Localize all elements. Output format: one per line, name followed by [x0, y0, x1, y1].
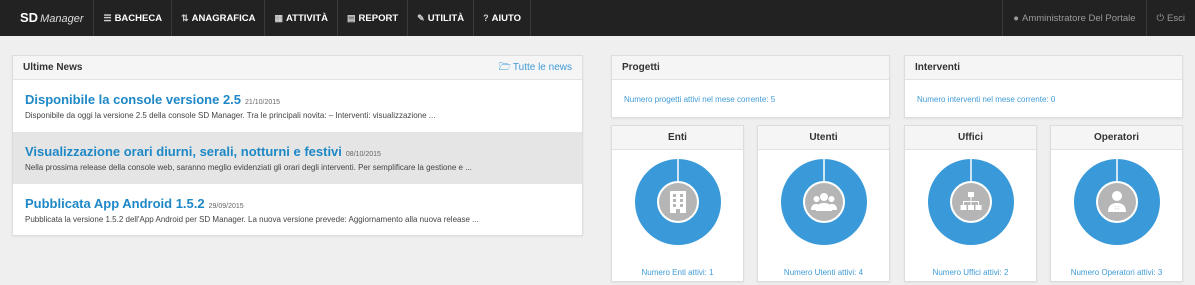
enti-header: Enti: [612, 126, 743, 150]
list-icon: ☰: [103, 12, 112, 23]
news-item: Disponibile la console versione 2.5 21/10…: [13, 80, 582, 132]
interventi-panel: Interventi Numero interventi nel mese co…: [904, 55, 1183, 118]
operatori-header: Operatori: [1051, 126, 1182, 150]
brand-sub: Manager: [40, 13, 84, 25]
sort-icon: ⇅: [181, 12, 189, 23]
utenti-panel: Utenti Numero Utenti attivi: 4: [757, 125, 890, 282]
news-date: 29/09/2015: [208, 203, 244, 210]
user-icon: ●: [1013, 12, 1020, 24]
power-icon: ⏻: [1156, 12, 1165, 24]
nav-bacheca[interactable]: ☰ BACHECA: [94, 0, 173, 36]
all-news-link[interactable]: 🗁 Tutte le news: [498, 56, 572, 80]
news-excerpt: Disponibile da oggi la versione 2.5 dell…: [25, 111, 436, 120]
enti-count-link[interactable]: Numero Enti attivi: 1: [612, 268, 743, 277]
news-date: 08/10/2015: [345, 151, 381, 158]
utenti-donut[interactable]: [780, 158, 868, 246]
logout-button[interactable]: ⏻ Esci: [1145, 0, 1195, 36]
news-item: Pubblicata App Android 1.5.2 29/09/2015 P…: [13, 184, 582, 236]
nav-label: REPORT: [358, 12, 399, 24]
nav-label: UTILITÀ: [427, 12, 465, 24]
utenti-header: Utenti: [758, 126, 889, 150]
nav-utilita[interactable]: ✎ UTILITÀ: [408, 0, 475, 36]
user-name: Amministratore Del Portale: [1022, 12, 1136, 24]
uffici-donut[interactable]: [927, 158, 1015, 246]
brand-logo[interactable]: SD Manager: [0, 0, 95, 36]
wrench-icon: ✎: [417, 12, 425, 23]
news-title[interactable]: Pubblicata App Android 1.5.2: [25, 196, 205, 211]
uffici-panel: Uffici Numero Uffici attivi: 2: [904, 125, 1037, 282]
interventi-header: Interventi: [905, 56, 1182, 80]
folder-open-icon: 🗁: [498, 62, 511, 73]
progetti-header: Progetti: [612, 56, 889, 80]
news-panel-header: Ultime News 🗁 Tutte le news: [13, 56, 582, 80]
nav-report[interactable]: ▤ REPORT: [338, 0, 409, 36]
operatori-donut[interactable]: [1073, 158, 1161, 246]
uffici-count-link[interactable]: Numero Uffici attivi: 2: [905, 268, 1036, 277]
utenti-count-link[interactable]: Numero Utenti attivi: 4: [758, 268, 889, 277]
news-panel-title: Ultime News: [23, 62, 83, 73]
progetti-count-link[interactable]: Numero progetti attivi nel mese corrente…: [612, 80, 889, 104]
news-excerpt: Nella prossima release della console web…: [25, 163, 472, 172]
help-icon: ?: [483, 13, 489, 23]
user-menu[interactable]: ● Amministratore Del Portale: [1002, 0, 1145, 36]
brand-main: SD: [20, 10, 39, 25]
logout-label: Esci: [1167, 12, 1185, 24]
enti-panel: Enti Numero Enti attivi: 1: [611, 125, 744, 282]
operatori-panel: Operatori Numero Operatori attivi: 3: [1050, 125, 1183, 282]
nav-anagrafica[interactable]: ⇅ ANAGRAFICA: [172, 0, 266, 36]
interventi-count-link[interactable]: Numero interventi nel mese corrente: 0: [905, 80, 1182, 104]
news-title[interactable]: Visualizzazione orari diurni, serali, no…: [25, 144, 342, 159]
nav-label: ANAGRAFICA: [191, 12, 256, 24]
building-icon: [669, 191, 686, 213]
operatori-count-link[interactable]: Numero Operatori attivi: 3: [1051, 268, 1182, 277]
news-title[interactable]: Disponibile la console versione 2.5: [25, 92, 241, 107]
chart-icon: ▤: [347, 12, 356, 23]
nav-label: BACHECA: [114, 12, 163, 24]
news-item: Visualizzazione orari diurni, serali, no…: [13, 132, 582, 184]
calendar-icon: ▦: [274, 12, 283, 23]
nav-label: AIUTO: [491, 12, 521, 24]
nav-aiuto[interactable]: ? AIUTO: [474, 0, 531, 36]
progetti-panel: Progetti Numero progetti attivi nel mese…: [611, 55, 890, 118]
all-news-label: Tutte le news: [512, 62, 572, 73]
news-date: 21/10/2015: [245, 99, 281, 106]
enti-donut[interactable]: [634, 158, 722, 246]
nav-label: ATTIVITÀ: [285, 12, 329, 24]
news-excerpt: Pubblicata la versione 1.5.2 dell'App An…: [25, 215, 479, 224]
top-navbar: SD Manager ☰ BACHECA ⇅ ANAGRAFICA ▦ ATTIVIT…: [0, 0, 1195, 36]
news-panel: Ultime News 🗁 Tutte le news Disponibile l…: [12, 55, 583, 236]
uffici-header: Uffici: [905, 126, 1036, 150]
nav-attivita[interactable]: ▦ ATTIVITÀ: [265, 0, 339, 36]
